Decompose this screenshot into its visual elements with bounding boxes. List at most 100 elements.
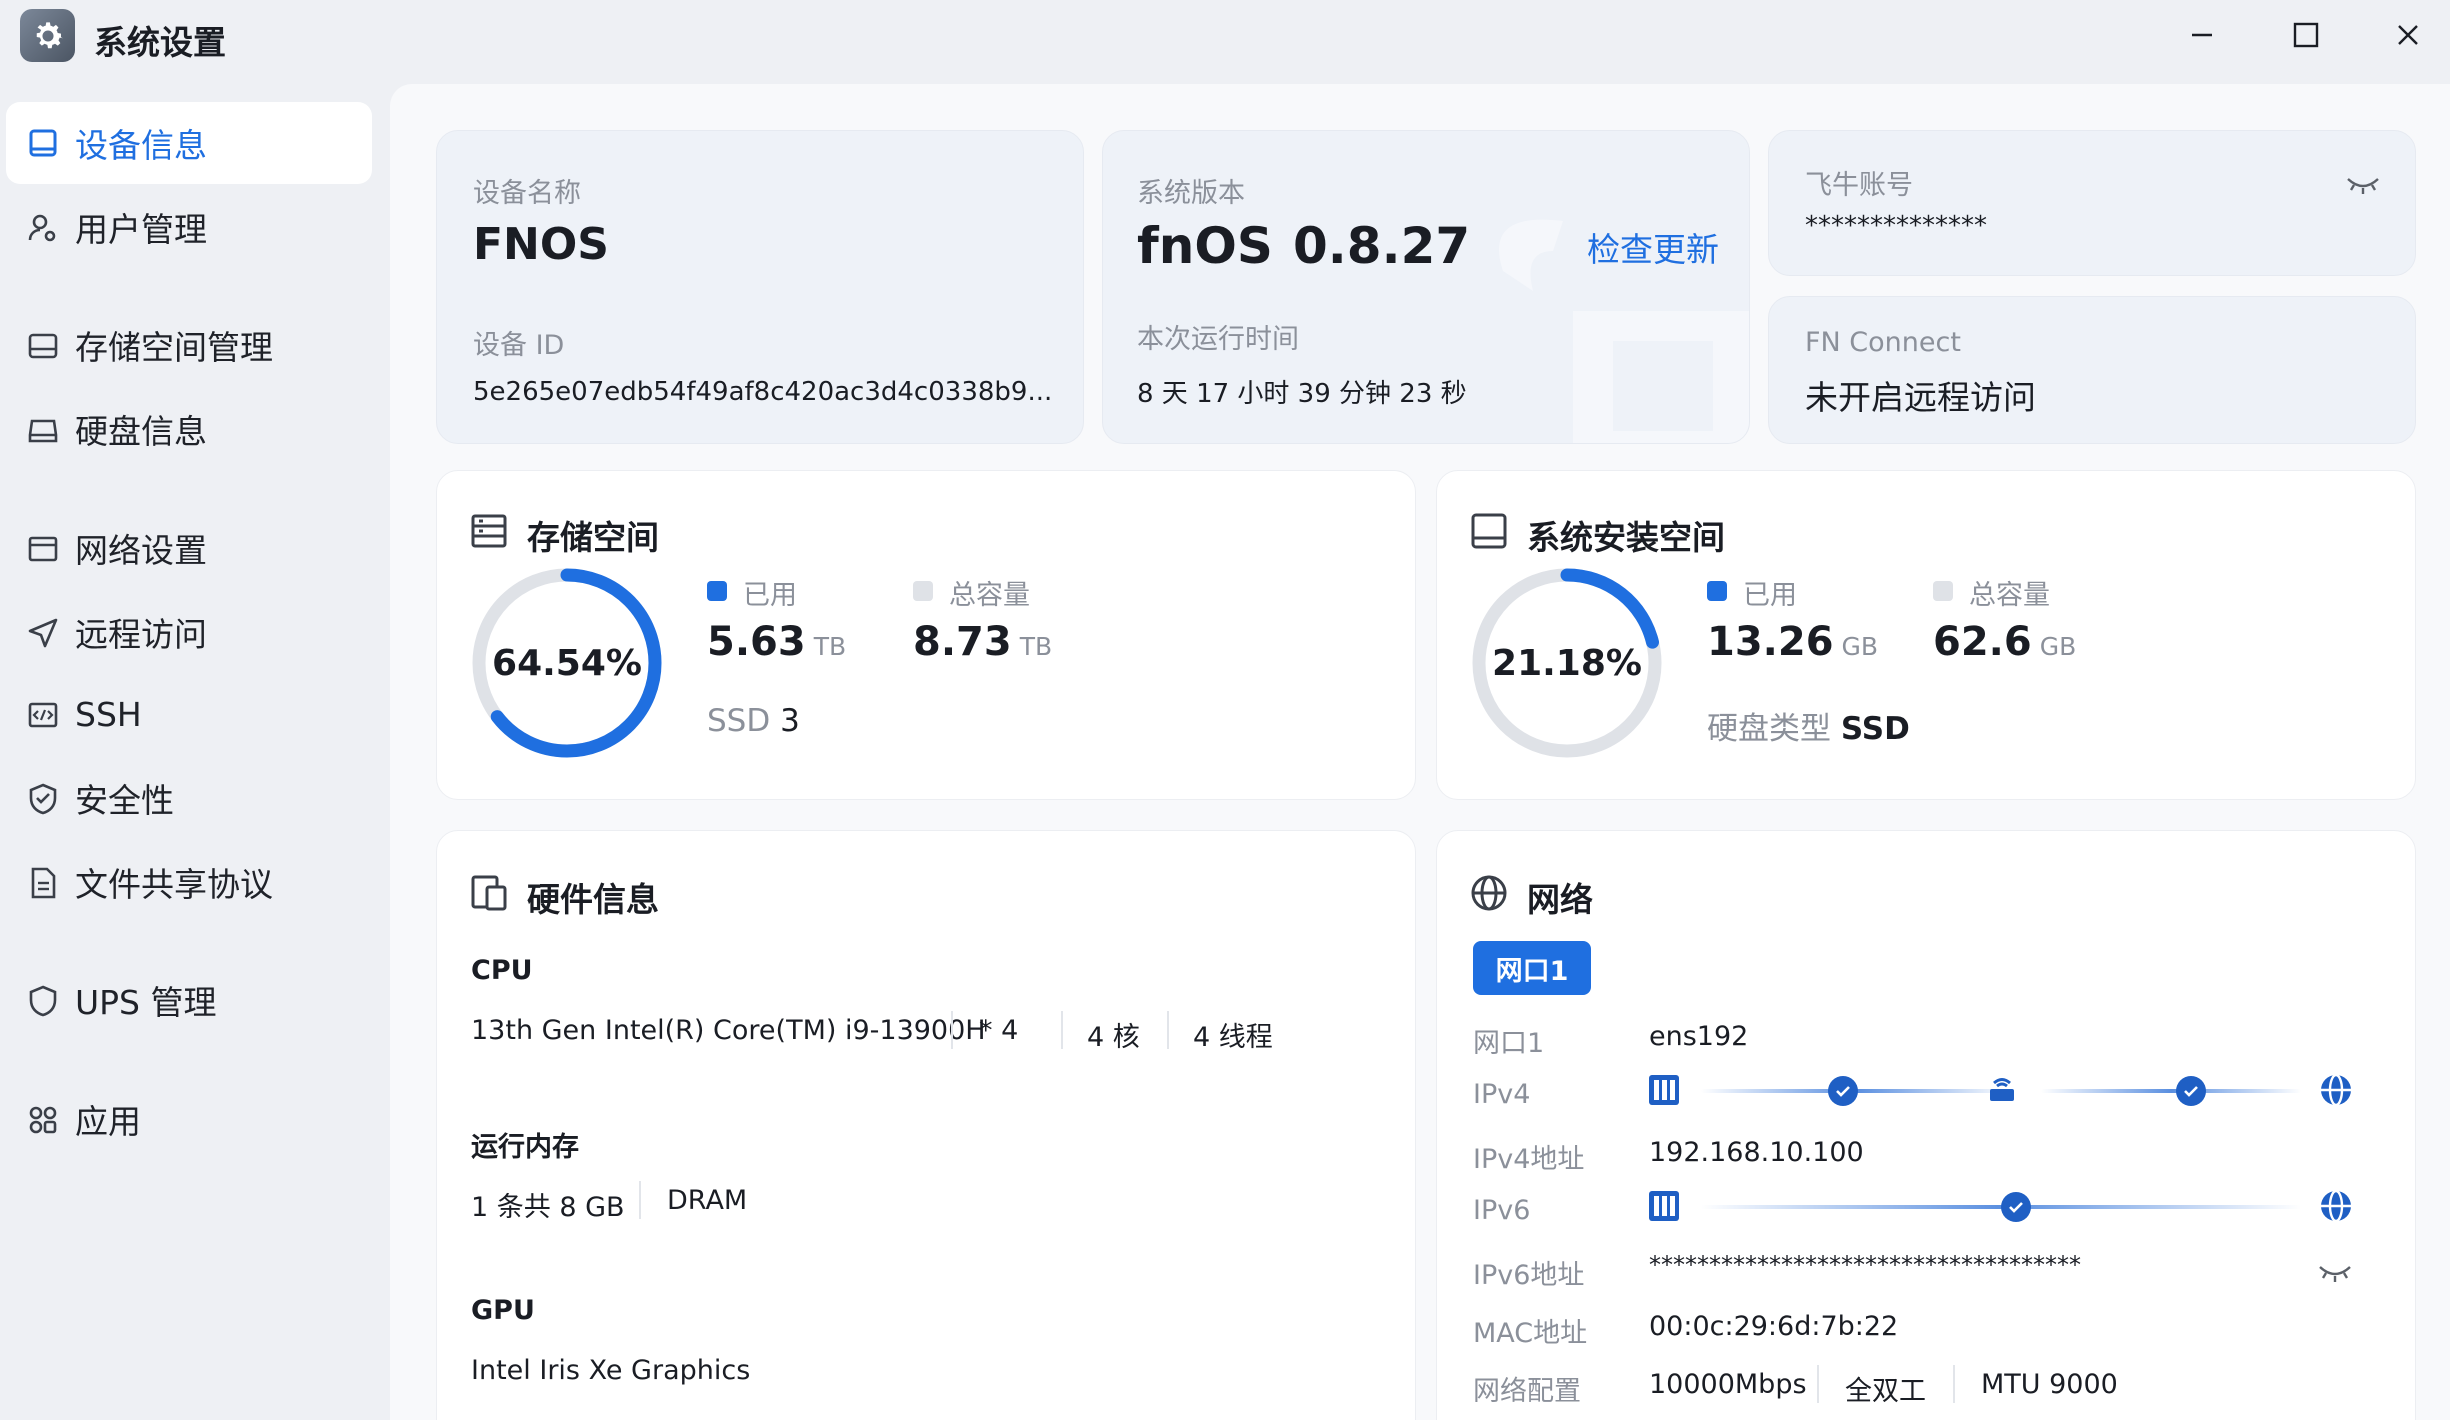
hard-disk-icon [28, 419, 58, 443]
storage-total-label: 总容量 [949, 580, 1030, 611]
internet-globe-icon [2321, 1073, 2351, 1107]
user-gear-icon [28, 214, 56, 242]
device-card: 设备名称 FNOS 设备 ID 5e265e07edb54f49af8c420a… [436, 130, 1084, 444]
sidebar-item-label: SSH [75, 694, 142, 734]
cpu-label: CPU [471, 955, 533, 986]
fn-connect-value: 未开启远程访问 [1805, 378, 2036, 417]
check-icon [1836, 1086, 1850, 1097]
maximize-button[interactable] [2278, 12, 2334, 58]
disk-type-value: SSD [1840, 711, 1910, 747]
sidebar-item-label: 远程访问 [75, 615, 207, 654]
nas-device-icon [1649, 1191, 1679, 1221]
ipv6-status-check [2001, 1192, 2031, 1222]
check-icon [2009, 1202, 2023, 1213]
network-config-label: 网络配置 [1473, 1376, 1581, 1407]
cpu-count: * 4 [979, 1015, 1019, 1046]
system-space-used-value: 13.26 [1707, 619, 1834, 665]
sidebar-item-user-management[interactable]: 用户管理 [6, 186, 372, 268]
hardware-title: 硬件信息 [527, 880, 659, 919]
window-title: 系统设置 [94, 23, 226, 62]
system-space-total-label: 总容量 [1969, 580, 2050, 611]
sidebar-item-security[interactable]: 安全性 [6, 757, 372, 839]
sidebar-item-label: 文件共享协议 [75, 865, 273, 904]
sidebar-item-ups[interactable]: UPS 管理 [6, 959, 372, 1041]
sidebar-item-disk-info[interactable]: 硬盘信息 [6, 388, 372, 470]
send-icon [28, 618, 58, 648]
divider [951, 1011, 953, 1049]
divider [1167, 1011, 1169, 1049]
apps-icon [29, 1106, 57, 1134]
ipv4-address: 192.168.10.100 [1649, 1137, 1864, 1168]
storage-icon [471, 514, 507, 548]
window-icon [28, 536, 58, 562]
cpu-threads: 4 线程 [1193, 1022, 1273, 1053]
fn-connect-card: FN Connect 未开启远程访问 [1768, 296, 2416, 444]
system-space-percent: 21.18% [1492, 643, 1642, 684]
sidebar-item-device-info[interactable]: 设备信息 [6, 102, 372, 184]
system-space-used-label: 已用 [1743, 580, 1797, 611]
sidebar-item-remote-access[interactable]: 远程访问 [6, 591, 372, 673]
eye-closed-icon[interactable] [2345, 171, 2381, 197]
storage-disk-type: SSD [707, 703, 771, 739]
storage-total: 8.73 TB [913, 619, 1052, 665]
sidebar-item-label: 硬盘信息 [75, 412, 207, 451]
minimize-button[interactable] [2174, 12, 2230, 58]
uptime-value: 8 天 17 小时 39 分钟 23 秒 [1137, 379, 1467, 409]
total-legend-swatch [1933, 581, 1953, 601]
sidebar-item-label: 安全性 [75, 781, 174, 820]
used-legend-swatch [707, 581, 727, 601]
account-label: 飞牛账号 [1805, 170, 1913, 201]
check-icon [2184, 1086, 2198, 1097]
storage-disk-count: 3 [780, 703, 800, 739]
ipv6-label: IPv6 [1473, 1195, 1531, 1226]
os-version: 0.8.27 [1293, 217, 1471, 275]
sidebar-item-network-settings[interactable]: 网络设置 [6, 507, 372, 589]
check-update-link[interactable]: 检查更新 [1587, 223, 1719, 271]
shield-icon [29, 985, 57, 1017]
storage-used: 5.63 TB [707, 619, 846, 665]
os-name: fnOS [1137, 217, 1273, 275]
globe-icon [1471, 875, 1507, 911]
monitor-icon [1471, 513, 1507, 549]
disk-type-label: 硬盘类型 [1707, 711, 1831, 747]
title-bar: 系统设置 [0, 0, 2450, 70]
ipv4-wan-status-check [2176, 1076, 2206, 1106]
sidebar-item-file-sharing[interactable]: 文件共享协议 [6, 841, 372, 923]
divider [1953, 1365, 1955, 1403]
memory-label: 运行内存 [471, 1132, 579, 1163]
network-card: 网络 网口1 网口1 ens192 IPv4 IPv4地址 192.168.10… [1436, 830, 2416, 1420]
sidebar-item-label: 应用 [75, 1102, 141, 1141]
storage-used-unit: TB [813, 632, 847, 661]
account-card: 飞牛账号 ************** [1768, 130, 2416, 276]
system-space-disk-type: 硬盘类型 SSD [1707, 703, 1910, 748]
sidebar-item-label: 存储空间管理 [75, 328, 273, 367]
maximize-icon [2293, 22, 2319, 48]
port-label: 网口1 [1473, 1028, 1545, 1059]
gpu-label: GPU [471, 1295, 535, 1326]
storage-total-unit: TB [1019, 632, 1053, 661]
hardware-card: 硬件信息 CPU 13th Gen Intel(R) Core(TM) i9-1… [436, 830, 1416, 1420]
total-legend-swatch [913, 581, 933, 601]
sidebar-item-ssh[interactable]: SSH [6, 673, 372, 755]
sidebar-item-apps[interactable]: 应用 [6, 1078, 372, 1160]
mac-address-label: MAC地址 [1473, 1318, 1588, 1349]
system-space-total-value: 62.6 [1933, 619, 2032, 665]
mtu-value: MTU 9000 [1981, 1369, 2118, 1400]
tab-port1[interactable]: 网口1 [1473, 941, 1591, 995]
eye-closed-icon[interactable] [2317, 1259, 2353, 1285]
ipv6-address: ************************************ [1649, 1251, 2081, 1279]
divider [639, 1181, 641, 1219]
close-button[interactable] [2380, 12, 2436, 58]
system-space-total-unit: GB [2039, 632, 2077, 661]
ipv6-address-label: IPv6地址 [1473, 1260, 1585, 1291]
system-version-label: 系统版本 [1137, 178, 1245, 209]
ipv4-wan-link-line [2041, 1089, 2301, 1093]
device-id: 5e265e07edb54f49af8c420ac3d4c0338b9... [473, 377, 1053, 407]
devices-icon [471, 875, 507, 911]
sidebar-item-storage-management[interactable]: 存储空间管理 [6, 304, 372, 386]
storage-used-value: 5.63 [707, 619, 806, 665]
router-icon [1990, 1078, 2014, 1101]
drive-icon [28, 333, 58, 359]
storage-total-value: 8.73 [913, 619, 1012, 665]
sidebar-item-label: 设备信息 [75, 126, 207, 165]
